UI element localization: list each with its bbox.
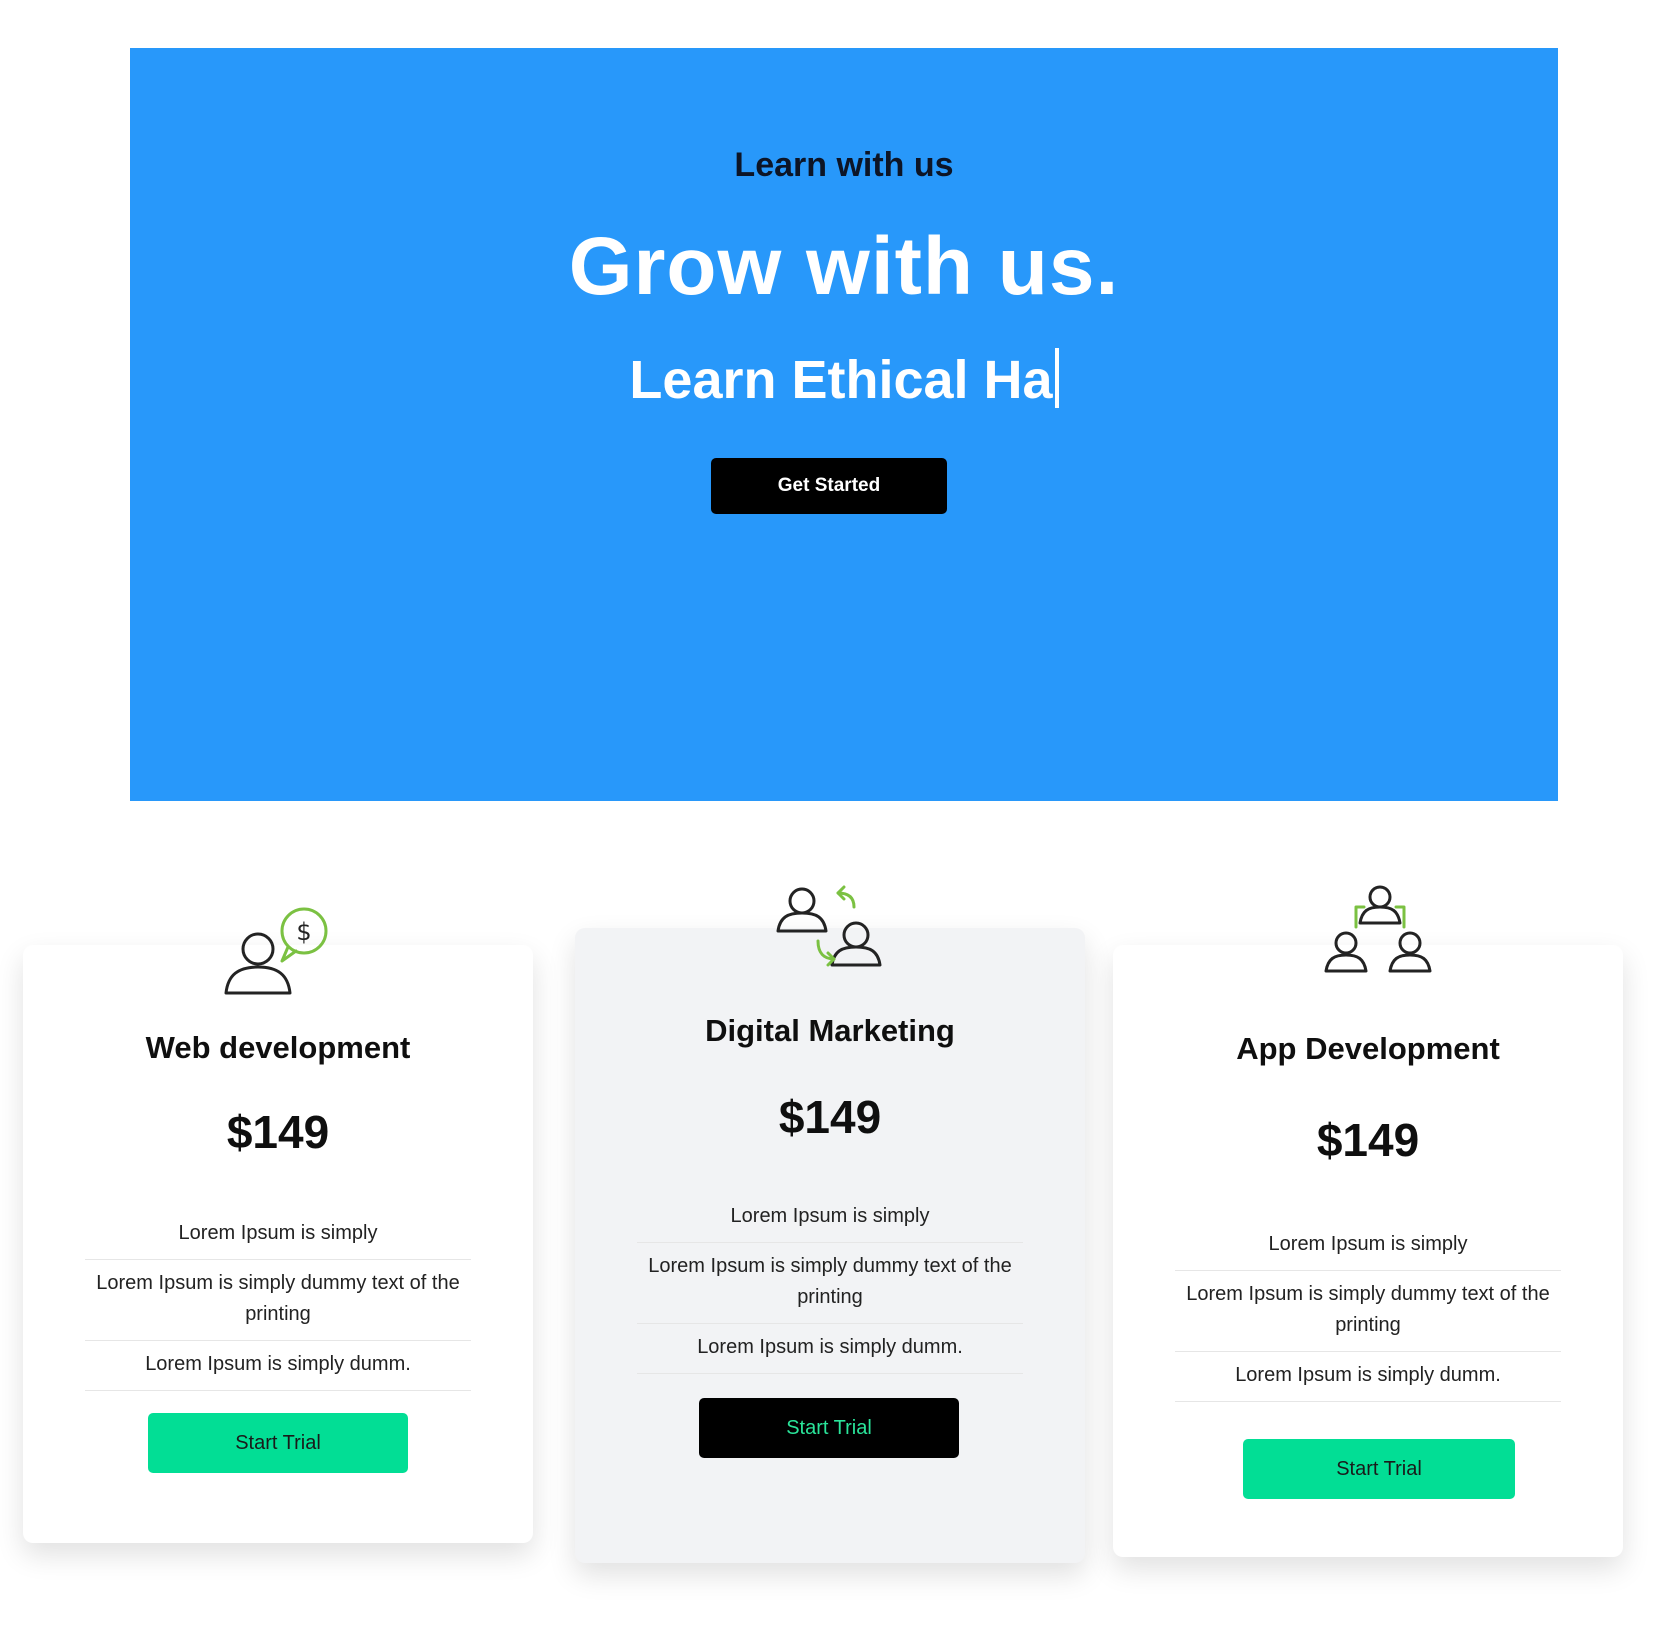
person-dollar-icon: $ — [224, 907, 328, 995]
start-trial-button[interactable]: Start Trial — [699, 1398, 959, 1458]
start-trial-button[interactable]: Start Trial — [1243, 1439, 1515, 1499]
plan-feature: Lorem Ipsum is simply dummy text of the … — [1175, 1271, 1561, 1352]
plan-feature: Lorem Ipsum is simply — [637, 1193, 1023, 1243]
plan-title: Web development — [145, 1030, 411, 1065]
plan-feature-list: Lorem Ipsum is simply Lorem Ipsum is sim… — [1175, 1221, 1561, 1402]
typing-cursor — [1054, 348, 1059, 408]
plan-price: $149 — [1316, 1114, 1420, 1166]
start-trial-button[interactable]: Start Trial — [148, 1413, 408, 1473]
plan-price: $149 — [778, 1091, 882, 1143]
plan-title: Digital Marketing — [705, 1013, 955, 1048]
hero-banner: Learn with us Grow with us. Learn Ethica… — [130, 48, 1558, 801]
plan-feature: Lorem Ipsum is simply dumm. — [1175, 1352, 1561, 1402]
plan-feature: Lorem Ipsum is simply — [85, 1210, 471, 1260]
typed-text: Learn Ethical Ha — [629, 350, 1053, 410]
plan-feature: Lorem Ipsum is simply dumm. — [85, 1341, 471, 1391]
people-exchange-icon — [776, 885, 882, 967]
plan-feature-list: Lorem Ipsum is simply Lorem Ipsum is sim… — [637, 1193, 1023, 1374]
hero-typed-text: Learn Ethical Ha — [130, 348, 1558, 411]
plan-card-web-development: Web development $149 Lorem Ipsum is simp… — [23, 945, 533, 1543]
team-group-icon — [1324, 885, 1432, 973]
hero-eyebrow: Learn with us — [734, 146, 954, 184]
plan-feature-list: Lorem Ipsum is simply Lorem Ipsum is sim… — [85, 1210, 471, 1391]
plan-card-app-development: App Development $149 Lorem Ipsum is simp… — [1113, 945, 1623, 1557]
get-started-button[interactable]: Get Started — [711, 458, 947, 514]
plan-feature: Lorem Ipsum is simply dummy text of the … — [637, 1243, 1023, 1324]
plan-price: $149 — [226, 1106, 330, 1158]
svg-text:$: $ — [296, 918, 311, 946]
plan-title: App Development — [1236, 1031, 1500, 1066]
plan-feature: Lorem Ipsum is simply — [1175, 1221, 1561, 1271]
hero-title: Grow with us. — [568, 221, 1120, 312]
plan-feature: Lorem Ipsum is simply dummy text of the … — [85, 1260, 471, 1341]
plan-card-digital-marketing: Digital Marketing $149 Lorem Ipsum is si… — [575, 928, 1085, 1563]
plan-feature: Lorem Ipsum is simply dumm. — [637, 1324, 1023, 1374]
